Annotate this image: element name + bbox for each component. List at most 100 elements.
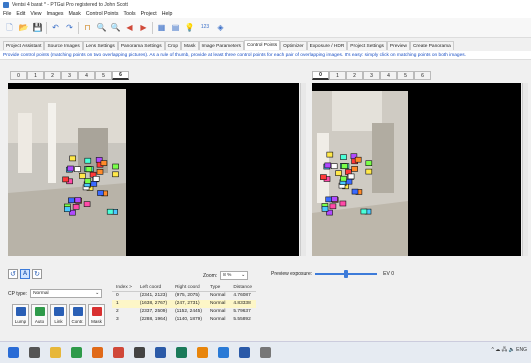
left-photo[interactable] xyxy=(8,83,299,256)
right-control-point-marker[interactable] xyxy=(331,196,338,202)
right-control-point-marker[interactable] xyxy=(351,166,358,172)
tab-image-parameters[interactable]: Image Parameters xyxy=(198,41,244,50)
right-control-point-marker[interactable] xyxy=(324,162,332,169)
left-control-point-marker[interactable] xyxy=(96,169,104,175)
mask-button[interactable]: Mask xyxy=(88,304,105,326)
panorama-editor-icon[interactable]: ▦ xyxy=(156,22,167,33)
menu-item-project[interactable]: Project xyxy=(141,11,157,17)
right-image-tab-3[interactable]: 3 xyxy=(363,71,380,80)
right-control-point-marker[interactable] xyxy=(325,196,332,203)
menu-item-file[interactable]: File xyxy=(3,11,11,17)
left-image-tab-4[interactable]: 4 xyxy=(78,71,95,80)
optimizer-icon[interactable]: ⊓ xyxy=(82,22,93,33)
column-header[interactable]: Distance xyxy=(229,284,257,292)
right-scrollbar[interactable] xyxy=(522,83,528,256)
right-control-point-marker[interactable] xyxy=(341,163,348,169)
left-control-point-marker[interactable] xyxy=(69,155,77,162)
right-control-point-marker[interactable] xyxy=(354,156,362,163)
exposure-slider[interactable] xyxy=(315,270,378,278)
right-control-point-marker[interactable] xyxy=(345,178,353,185)
menu-item-view[interactable]: View xyxy=(30,11,41,17)
right-control-point-marker[interactable] xyxy=(351,188,359,195)
right-control-point-marker[interactable] xyxy=(320,174,327,180)
right-image-tab-5[interactable]: 5 xyxy=(397,71,414,80)
arrow-left-icon[interactable]: ◀ xyxy=(124,22,135,33)
menu-item-tools[interactable]: Tools xyxy=(123,11,135,17)
left-control-point-marker[interactable] xyxy=(90,181,98,187)
auto-button[interactable]: Auto xyxy=(31,304,48,326)
zoom-out-icon[interactable]: 🔍 xyxy=(110,22,121,33)
right-image-tab-4[interactable]: 4 xyxy=(380,71,397,80)
menu-item-edit[interactable]: Edit xyxy=(16,11,25,17)
save-icon[interactable]: 💾 xyxy=(32,22,43,33)
redo-icon[interactable]: ↷ xyxy=(64,22,75,33)
left-image-tab-6[interactable]: 6 xyxy=(112,71,129,80)
app-orange-icon[interactable] xyxy=(92,347,103,358)
open-icon[interactable]: 📂 xyxy=(18,22,29,33)
zoom-in-icon[interactable]: 🔍 xyxy=(96,22,107,33)
left-control-point-marker[interactable] xyxy=(112,163,119,170)
cp-type-select[interactable]: Normal ⌄ xyxy=(30,289,103,298)
left-control-point-marker[interactable] xyxy=(97,190,104,196)
column-header[interactable]: Left coord xyxy=(135,284,172,292)
app-blue-icon[interactable] xyxy=(218,347,229,358)
app-video-icon[interactable] xyxy=(134,347,145,358)
left-image-tab-1[interactable]: 1 xyxy=(27,71,44,80)
right-control-point-marker[interactable] xyxy=(347,173,355,180)
table-row[interactable]: 2 (2337, 2509) (1152, 2445) Normal 5.79637 xyxy=(112,308,256,316)
grid-icon[interactable]: ▤ xyxy=(170,22,181,33)
right-control-point-marker[interactable] xyxy=(321,206,329,212)
ptgui-icon[interactable] xyxy=(260,347,271,358)
left-control-point-marker[interactable] xyxy=(84,178,92,184)
app-docs-icon[interactable] xyxy=(239,347,250,358)
lump-button[interactable]: Lump xyxy=(12,304,29,326)
right-image-tab-1[interactable]: 1 xyxy=(329,71,346,80)
tab-source-images[interactable]: Source Images xyxy=(44,41,83,50)
right-control-point-marker[interactable] xyxy=(340,175,347,182)
left-control-point-marker[interactable] xyxy=(74,166,81,172)
right-control-point-marker[interactable] xyxy=(339,200,347,207)
file-explorer-icon[interactable] xyxy=(50,347,61,358)
menu-item-mask[interactable]: Mask xyxy=(68,11,80,17)
app-green-icon[interactable] xyxy=(71,347,82,358)
left-control-point-marker[interactable] xyxy=(64,206,71,212)
left-control-point-marker[interactable] xyxy=(67,165,74,172)
left-control-point-marker[interactable] xyxy=(83,201,91,207)
left-control-point-marker[interactable] xyxy=(84,157,92,164)
menu-item-help[interactable]: Help xyxy=(162,11,173,17)
right-image-tab-2[interactable]: 2 xyxy=(346,71,363,80)
tab-preview[interactable]: Preview xyxy=(386,41,410,50)
table-row[interactable]: 3 (2288, 1964) (1140, 1879) Normal 5.55892 xyxy=(112,316,256,324)
tab-create-panorama[interactable]: Create Panorama xyxy=(409,41,454,50)
tab-mask[interactable]: Mask xyxy=(181,41,199,50)
tab-crop[interactable]: Crop xyxy=(164,41,182,50)
left-control-point-marker[interactable] xyxy=(62,176,69,183)
right-control-point-marker[interactable] xyxy=(365,168,373,175)
undo-icon[interactable]: ↶ xyxy=(50,22,61,33)
left-control-point-marker[interactable] xyxy=(85,166,93,172)
left-control-point-marker[interactable] xyxy=(72,204,80,210)
tab-optimizer[interactable]: Optimizer xyxy=(280,41,307,50)
rotate-right-icon[interactable]: ↻ xyxy=(32,269,42,279)
right-control-point-marker[interactable] xyxy=(365,160,373,166)
bulb-icon[interactable]: 💡 xyxy=(184,22,195,33)
table-row[interactable]: 1 (1638, 2767) (247, 2731) Normal 4.83338 xyxy=(112,299,257,308)
column-header[interactable]: Right coord xyxy=(171,284,206,292)
column-header[interactable]: Type xyxy=(205,284,230,292)
right-image-tab-6[interactable]: 6 xyxy=(414,71,431,80)
left-image-tab-2[interactable]: 2 xyxy=(44,71,61,80)
zoom-select[interactable]: 8 % ⌄ xyxy=(220,271,249,280)
tab-project-settings[interactable]: Project Settings xyxy=(347,41,387,50)
numbers-icon[interactable]: 123 xyxy=(198,22,212,33)
tab-panorama-settings[interactable]: Panorama Settings xyxy=(117,41,165,50)
left-image-tab-3[interactable]: 3 xyxy=(61,71,78,80)
left-control-point-marker[interactable] xyxy=(79,173,86,179)
column-header[interactable]: Index > xyxy=(112,284,136,292)
menu-item-control-points[interactable]: Control Points xyxy=(86,11,119,17)
right-control-point-marker[interactable] xyxy=(326,151,334,158)
vlc-icon[interactable] xyxy=(197,347,208,358)
tab-project-assistant[interactable]: Project Assistant xyxy=(3,41,45,50)
right-control-point-marker[interactable] xyxy=(360,208,368,215)
tab-exposure-hdr[interactable]: Exposure / HDR xyxy=(306,41,348,50)
right-control-point-marker[interactable] xyxy=(335,170,342,176)
